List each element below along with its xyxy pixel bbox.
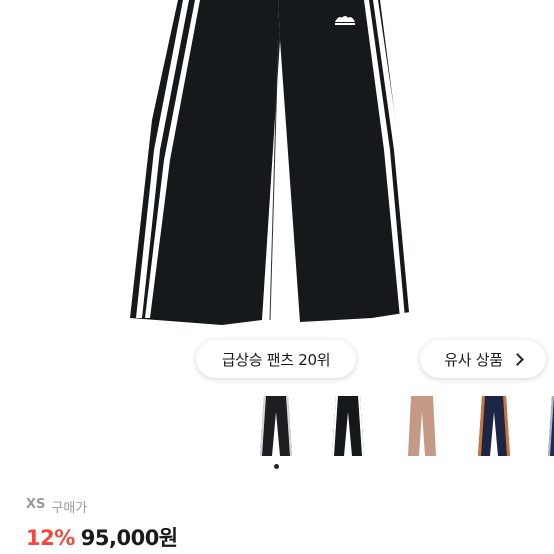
rank-badge-label: 급상승 팬츠 20위	[221, 350, 331, 369]
navy-pants-thumbnail-icon	[548, 396, 554, 456]
thumbnail-1[interactable]	[250, 394, 302, 460]
price-value: 95,000원	[80, 526, 178, 550]
product-image[interactable]	[0, 0, 554, 380]
brown-pants-thumbnail-icon	[408, 396, 436, 456]
rank-badge[interactable]: 급상승 팬츠 20위	[196, 340, 356, 378]
black-pants-thumbnail-icon	[260, 396, 292, 456]
similar-products-label: 유사 상품	[444, 350, 503, 369]
selected-indicator-dot	[274, 464, 279, 469]
price-info: 12% 95,000원	[26, 522, 178, 552]
black-pants-thumbnail-icon	[332, 396, 364, 456]
purchase-label: 구매가	[51, 501, 88, 516]
navy-pants-thumbnail-icon	[478, 396, 510, 456]
discount-rate: 12%	[26, 526, 75, 550]
chevron-right-icon	[510, 352, 524, 366]
size-info: XS 구매가	[26, 497, 87, 516]
thumbnail-2[interactable]	[322, 394, 374, 460]
thumbnail-5[interactable]	[538, 394, 554, 460]
track-pants-icon	[130, 0, 414, 325]
size-label: XS	[26, 497, 46, 512]
thumbnail-3[interactable]	[396, 394, 448, 460]
similar-products-button[interactable]: 유사 상품	[420, 340, 546, 378]
thumbnail-4[interactable]	[468, 394, 520, 460]
